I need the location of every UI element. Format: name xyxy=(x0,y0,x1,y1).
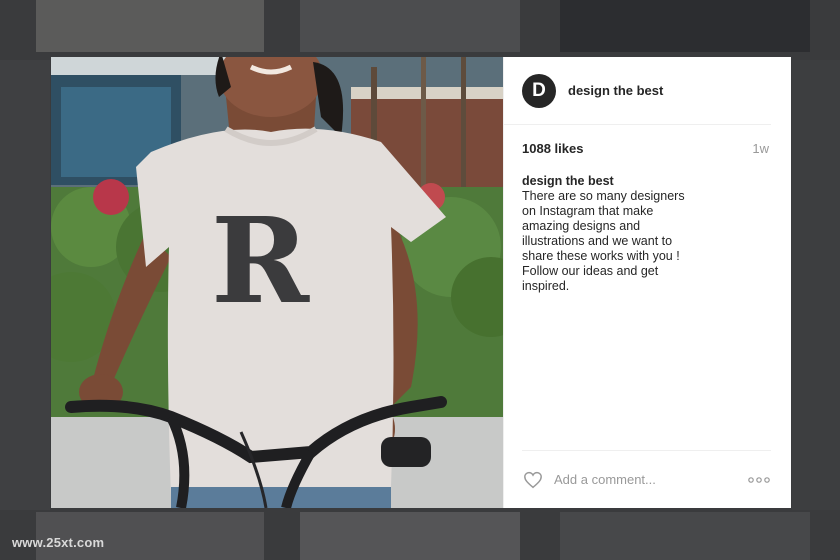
comment-input[interactable] xyxy=(554,472,747,487)
caption-username[interactable]: design the best xyxy=(522,174,701,189)
comment-bar xyxy=(522,450,771,508)
post-caption: design the best There are so many design… xyxy=(504,156,719,294)
feed-thumbnail xyxy=(560,512,810,560)
likes-count[interactable]: 1088 likes xyxy=(522,141,583,156)
more-options-icon[interactable] xyxy=(747,470,771,490)
caption-text: There are so many designers on Instagram… xyxy=(522,189,685,293)
avatar[interactable]: D xyxy=(522,73,556,108)
feed-thumbnail xyxy=(0,60,50,510)
post-age[interactable]: 1w xyxy=(752,141,769,156)
site-watermark: www.25xt.com xyxy=(12,535,105,550)
shirt-letter-graphic: R xyxy=(211,191,310,330)
feed-thumbnail xyxy=(300,0,520,52)
feed-thumbnail xyxy=(300,512,520,560)
feed-thumbnail xyxy=(36,0,264,52)
feed-thumbnail xyxy=(560,0,810,52)
post-details-panel: D design the best 1088 likes 1w design t… xyxy=(503,57,791,508)
likes-row: 1088 likes 1w xyxy=(504,125,791,156)
username-link[interactable]: design the best xyxy=(568,83,663,98)
post-photo: R xyxy=(51,57,503,508)
post-header: D design the best xyxy=(504,57,771,125)
post-modal: R D design the best 1088 likes 1w design… xyxy=(51,57,791,508)
feed-thumbnail xyxy=(792,60,840,510)
heart-icon[interactable] xyxy=(522,470,544,490)
